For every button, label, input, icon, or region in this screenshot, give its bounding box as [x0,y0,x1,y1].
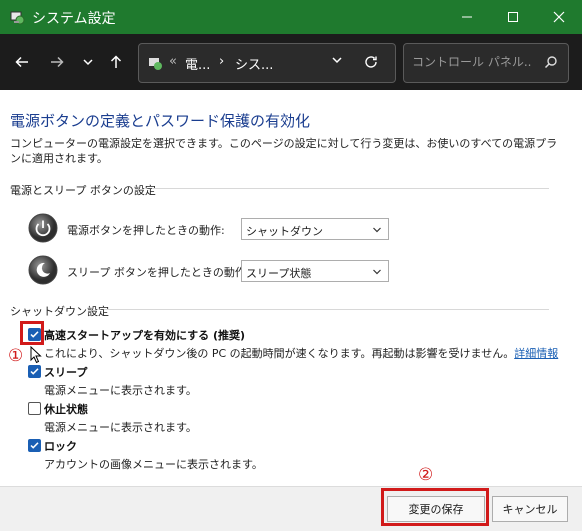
highlight-box-step1 [20,321,44,345]
window-title: システム設定 [32,11,116,27]
shutdown-section-heading: シャットダウン設定 [10,305,109,318]
address-dropdown-button[interactable] [331,54,343,70]
description-text: これにより、シャットダウン後の PC の起動時間が速くなります。再起動は影響を受… [44,347,515,360]
search-icon[interactable] [544,55,558,69]
chevron-down-icon [332,57,342,64]
page-description: コンピューターの電源設定を選択できます。このページの設定に対して行う変更は、お使… [10,137,558,165]
forward-button[interactable] [44,49,70,75]
back-button[interactable] [9,49,35,75]
sleep-option-label[interactable]: スリープ [44,364,87,380]
mouse-cursor-icon [30,346,42,364]
close-icon [553,11,565,23]
refresh-icon [365,56,377,68]
checkmark-icon [30,442,39,449]
section-divider [104,309,549,310]
hibernate-option-description: 電源メニューに表示されます。 [44,421,197,434]
sleep-button-icon [28,255,58,285]
arrow-right-icon [51,56,64,68]
section-divider [152,188,549,189]
sleep-checkbox[interactable] [28,365,41,378]
lock-checkbox[interactable] [28,439,41,452]
power-button-label: 電源ボタンを押したときの動作: [67,224,225,237]
search-box[interactable] [403,43,569,83]
breadcrumb-item[interactable]: 電... [185,54,210,73]
fast-startup-description: これにより、シャットダウン後の PC の起動時間が速くなります。再起動は影響を受… [44,345,558,361]
page-title: 電源ボタンの定義とパスワード保護の有効化 [10,112,311,130]
address-overflow[interactable]: « [169,54,177,69]
sleep-button-action-select[interactable]: スリープ状態 [241,260,389,282]
lock-option-description: アカウントの画像メニューに表示されます。 [44,458,263,471]
minimize-icon [462,16,472,18]
minimize-button[interactable] [444,0,490,34]
step2-marker: ② [418,465,434,485]
title-bar: システム設定 [0,0,582,34]
select-value: スリープ状態 [246,267,312,280]
maximize-button[interactable] [490,0,536,34]
hibernate-option-label[interactable]: 休止状態 [44,401,88,417]
power-button-action-select[interactable]: シャットダウン [241,218,389,240]
control-panel-icon [10,11,25,25]
refresh-button[interactable] [363,54,379,74]
control-panel-icon [149,58,162,70]
fast-startup-label[interactable]: 高速スタートアップを有効にする (推奨) [44,327,245,343]
cancel-button[interactable]: キャンセル [492,496,568,522]
lock-option-label[interactable]: ロック [44,438,77,454]
close-button[interactable] [536,0,582,34]
arrow-up-icon [110,55,122,68]
content-area: 電源ボタンの定義とパスワード保護の有効化 コンピューターの電源設定を選択できます… [0,90,582,486]
breadcrumb-separator[interactable]: › [219,54,224,69]
power-section-heading: 電源とスリープ ボタンの設定 [10,184,156,197]
breadcrumb-item[interactable]: シス... [235,54,273,73]
chevron-down-icon [83,59,93,66]
sleep-button-label: スリープ ボタンを押したときの動作: [67,266,250,279]
chevron-down-icon [373,269,381,275]
navigation-bar: « 電... › シス... [0,34,582,90]
recent-locations-button[interactable] [75,49,101,75]
checkmark-icon [30,368,39,375]
up-button[interactable] [103,49,129,75]
footer: 変更の保存 キャンセル [0,486,582,531]
hibernate-checkbox[interactable] [28,402,41,415]
power-button-icon [28,213,58,243]
search-input[interactable] [412,53,532,71]
maximize-icon [508,12,518,22]
chevron-down-icon [373,227,381,233]
arrow-left-icon [15,56,28,68]
step1-marker: ① [8,346,24,366]
select-value: シャットダウン [246,225,323,238]
sleep-option-description: 電源メニューに表示されます。 [44,384,197,397]
highlight-box-step2 [381,488,489,526]
address-bar[interactable]: « 電... › シス... [138,43,396,83]
more-info-link[interactable]: 詳細情報 [514,347,558,360]
